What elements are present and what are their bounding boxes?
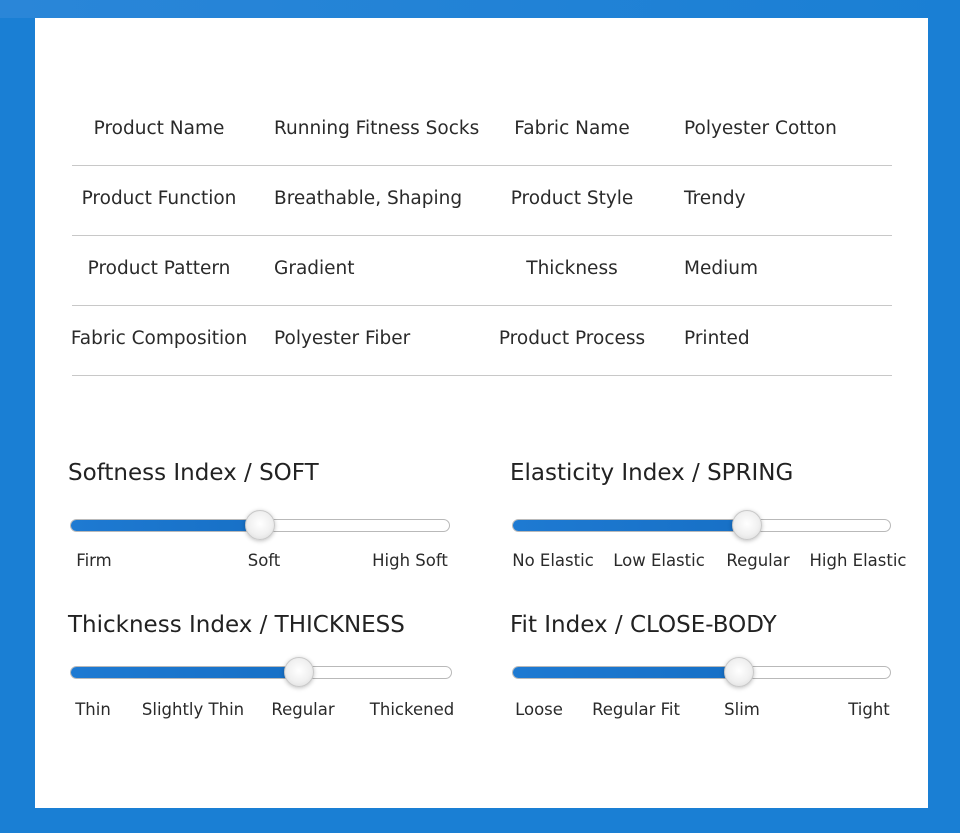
softness-fill	[71, 520, 260, 531]
spec-label: Product Name	[93, 118, 225, 139]
fit-slider[interactable]	[512, 657, 891, 687]
elasticity-knob[interactable]	[731, 510, 762, 540]
thickness-fill	[71, 667, 299, 678]
spec-table: Product Name Running Fitness Socks Fabri…	[71, 96, 892, 376]
fit-tick: Loose	[515, 700, 563, 719]
softness-slider-block: Softness Index / SOFT	[68, 460, 319, 486]
fit-tick: Slim	[724, 700, 760, 719]
thickness-slider-block: Thickness Index / THICKNESS	[68, 612, 405, 638]
fit-slider-block: Fit Index / CLOSE-BODY	[510, 612, 777, 638]
elasticity-title: Elasticity Index / SPRING	[510, 460, 794, 486]
fit-tick: Tight	[848, 700, 890, 719]
softness-tick: Firm	[76, 551, 112, 570]
spec-row: Fabric Composition Polyester Fiber Produ…	[71, 306, 892, 376]
spec-value: Medium	[684, 258, 758, 279]
elasticity-tick: Low Elastic	[613, 551, 705, 570]
elasticity-slider[interactable]	[512, 510, 891, 540]
fit-title: Fit Index / CLOSE-BODY	[510, 612, 777, 638]
spec-value: Trendy	[684, 188, 746, 209]
softness-tick: Soft	[247, 551, 281, 570]
spec-value: Breathable, Shaping	[274, 188, 463, 209]
elasticity-slider-block: Elasticity Index / SPRING	[510, 460, 793, 486]
spec-label: Product Process	[498, 328, 646, 349]
spec-row: Product Function Breathable, Shaping Pro…	[72, 166, 892, 236]
spec-value: Polyester Fiber	[274, 328, 411, 349]
fit-tick: Regular Fit	[592, 700, 680, 719]
thickness-tick: Thickened	[369, 700, 455, 719]
thickness-tick: Regular	[271, 700, 335, 719]
spec-value: Running Fitness Socks	[274, 118, 480, 139]
spec-label: Thickness	[526, 258, 618, 279]
spec-value: Gradient	[274, 258, 355, 279]
softness-tick: High Soft	[372, 551, 448, 570]
softness-knob[interactable]	[245, 510, 275, 540]
thickness-tick: Slightly Thin	[141, 700, 245, 719]
thickness-slider[interactable]	[70, 657, 452, 687]
top-band	[0, 0, 960, 18]
spec-row: Product Name Running Fitness Socks Fabri…	[72, 96, 892, 166]
spec-row: Product Pattern Gradient Thickness Mediu…	[72, 236, 892, 306]
fit-fill	[513, 667, 740, 678]
elasticity-tick: High Elastic	[809, 551, 907, 570]
thickness-title: Thickness Index / THICKNESS	[68, 612, 405, 638]
spec-value: Printed	[684, 328, 750, 349]
spec-label: Product Pattern	[87, 258, 231, 279]
thickness-knob[interactable]	[284, 657, 314, 687]
elasticity-tick: Regular	[726, 551, 790, 570]
softness-slider[interactable]	[70, 510, 450, 540]
spec-label: Fabric Composition	[70, 328, 248, 349]
spec-label: Product Function	[81, 188, 237, 209]
fit-knob[interactable]	[724, 657, 755, 687]
spec-label: Fabric Name	[514, 118, 630, 139]
spec-value: Polyester Cotton	[684, 118, 837, 139]
softness-title: Softness Index / SOFT	[68, 460, 319, 486]
elasticity-tick: No Elastic	[512, 551, 594, 570]
spec-label: Product Style	[510, 188, 634, 209]
elasticity-fill	[513, 520, 747, 531]
thickness-tick: Thin	[75, 700, 111, 719]
